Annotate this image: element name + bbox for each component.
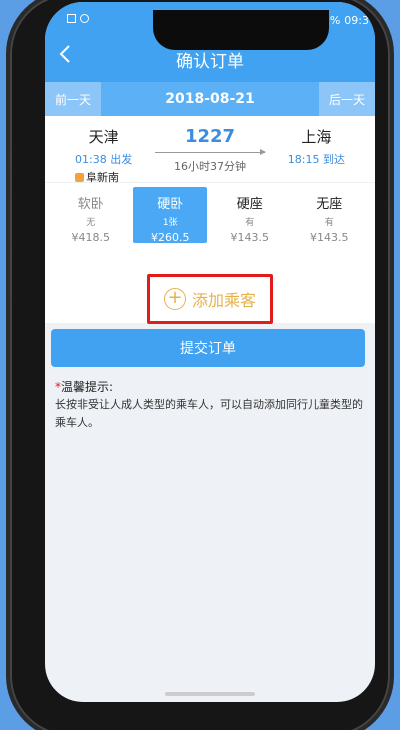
route-arrow-icon	[155, 149, 266, 155]
power-button	[390, 204, 393, 274]
add-passenger-area: + 添加乘客	[45, 247, 375, 324]
home-indicator[interactable]	[165, 692, 255, 696]
seat-price: ¥260.5	[151, 231, 190, 244]
add-passenger-button[interactable]: + 添加乘客	[147, 274, 273, 324]
seat-availability: 1张	[162, 218, 178, 228]
next-day-button[interactable]: 后一天	[319, 82, 375, 116]
notch	[153, 10, 329, 50]
volume-up-button	[7, 194, 10, 244]
page-title: 确认订单	[176, 52, 244, 72]
seat-name: 软卧	[77, 197, 104, 212]
arrival-city: 上海	[301, 128, 332, 146]
seat-option[interactable]: 无座 有 ¥143.5	[292, 187, 366, 244]
submit-order-button[interactable]: 提交订单	[51, 329, 365, 367]
seat-availability: 有	[324, 218, 334, 228]
tips-body: 长按非受让人成人类型的乘车人，可以自动添加同行儿童类型的乘车人。	[55, 398, 363, 429]
seat-name: 无座	[316, 197, 343, 212]
train-info-card: 天津 01:38 出发 阜新南 1227 16小时37分钟 上海 18:15 到…	[45, 116, 375, 184]
seat-name: 硬座	[236, 197, 263, 212]
seat-option[interactable]: 硬座 有 ¥143.5	[213, 187, 287, 244]
mute-switch	[7, 144, 10, 174]
seat-availability: 有	[245, 218, 255, 228]
phone-screen: 85% 09:3 确认订单 前一天 2018-08-21 后一天 天津 01:3…	[45, 2, 375, 702]
tips-title: *温馨提示:	[55, 378, 113, 395]
arrival-time: 18:15 到达	[287, 153, 345, 166]
date-bar: 前一天 2018-08-21 后一天	[45, 82, 375, 116]
volume-down-button	[7, 254, 10, 304]
seat-price: ¥418.5	[71, 231, 111, 244]
clock: 09:3	[344, 14, 369, 27]
tips-title-text: 温馨提示:	[61, 380, 114, 394]
seat-option[interactable]: 硬卧 1张 ¥260.5	[133, 187, 208, 244]
seat-name: 硬卧	[157, 197, 184, 212]
plus-circle-icon: +	[163, 288, 186, 310]
notification-square-icon	[67, 14, 76, 23]
add-passenger-label: 添加乘客	[191, 291, 256, 310]
seat-price: ¥143.5	[230, 231, 270, 244]
phone-frame: 85% 09:3 确认订单 前一天 2018-08-21 后一天 天津 01:3…	[7, 0, 393, 730]
seat-options: 软卧 无 ¥418.5 硬卧 1张 ¥260.5 硬座 有 ¥143.5 无座 …	[45, 183, 375, 247]
arrival-info: 上海 18:15 到达	[288, 126, 345, 167]
seat-option[interactable]: 软卧 无 ¥418.5	[54, 187, 128, 244]
seat-availability: 无	[86, 218, 96, 228]
seat-price: ¥143.5	[310, 231, 349, 244]
notification-circle-icon	[80, 14, 89, 23]
